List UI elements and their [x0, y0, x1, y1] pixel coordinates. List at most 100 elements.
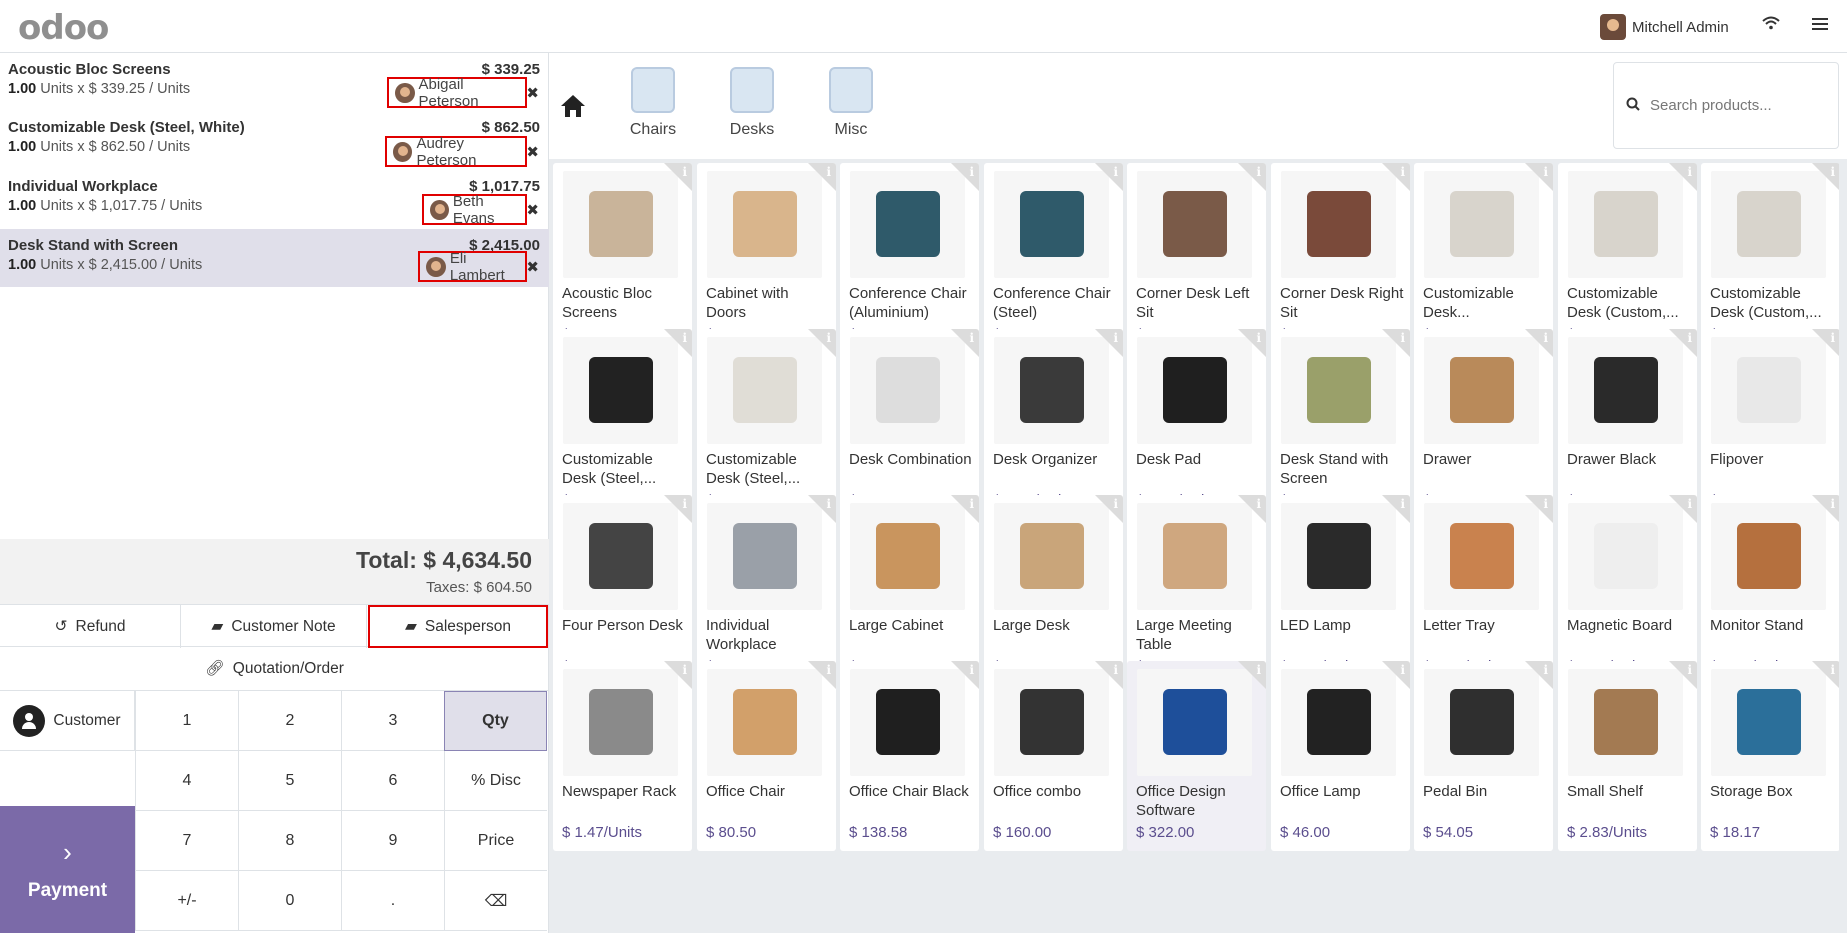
- info-corner[interactable]: [808, 661, 836, 689]
- info-icon[interactable]: i: [1543, 165, 1548, 179]
- info-corner[interactable]: [1669, 495, 1697, 523]
- info-corner[interactable]: [1669, 329, 1697, 357]
- info-icon[interactable]: i: [1256, 331, 1261, 345]
- info-icon[interactable]: i: [969, 663, 974, 677]
- numpad-key-qty[interactable]: Qty: [444, 691, 547, 751]
- remove-salesperson-icon[interactable]: ✖: [526, 84, 539, 102]
- numpad-key-9[interactable]: 9: [341, 811, 444, 871]
- info-icon[interactable]: i: [1687, 497, 1692, 511]
- product-card[interactable]: iDesk Pad$ 2.28/Units: [1127, 329, 1266, 519]
- payment-button[interactable]: › Payment: [0, 806, 135, 933]
- info-corner[interactable]: [951, 163, 979, 191]
- numpad-key-1[interactable]: 1: [135, 691, 238, 751]
- info-corner[interactable]: [951, 661, 979, 689]
- info-corner[interactable]: [1525, 163, 1553, 191]
- info-icon[interactable]: i: [682, 165, 687, 179]
- info-icon[interactable]: i: [1113, 331, 1118, 345]
- product-card[interactable]: i Pedal Bin $ 54.05: [1414, 661, 1553, 851]
- odoo-logo[interactable]: odoo: [18, 8, 109, 48]
- info-corner[interactable]: [808, 163, 836, 191]
- product-card[interactable]: i Office combo $ 160.00: [984, 661, 1123, 851]
- info-icon[interactable]: i: [1256, 663, 1261, 677]
- customer-note-button[interactable]: ▰ Customer Note: [181, 605, 367, 648]
- order-line[interactable]: Individual Workplace $ 1,017.75 1.00 Uni…: [0, 170, 549, 228]
- numpad-key-0[interactable]: 0: [238, 871, 341, 931]
- info-icon[interactable]: i: [1400, 497, 1405, 511]
- info-icon[interactable]: i: [1830, 663, 1835, 677]
- salesperson-button[interactable]: ▰ Salesperson: [368, 605, 548, 648]
- info-corner[interactable]: [1382, 163, 1410, 191]
- info-icon[interactable]: i: [969, 331, 974, 345]
- info-corner[interactable]: [1382, 661, 1410, 689]
- category-misc[interactable]: Misc: [806, 67, 896, 139]
- info-corner[interactable]: [1095, 495, 1123, 523]
- info-icon[interactable]: i: [969, 165, 974, 179]
- info-icon[interactable]: i: [1256, 165, 1261, 179]
- product-card[interactable]: i Newspaper Rack $ 1.47/Units: [553, 661, 692, 851]
- info-corner[interactable]: [1525, 495, 1553, 523]
- product-card[interactable]: iIndividual Workplace$ 1,017.75: [697, 495, 836, 685]
- remove-salesperson-icon[interactable]: ✖: [526, 143, 539, 161]
- numpad-key-decimal[interactable]: .: [341, 871, 444, 931]
- info-icon[interactable]: i: [682, 663, 687, 677]
- info-icon[interactable]: i: [682, 497, 687, 511]
- remove-salesperson-icon[interactable]: ✖: [526, 258, 539, 276]
- info-corner[interactable]: [1669, 163, 1697, 191]
- numpad-key-2[interactable]: 2: [238, 691, 341, 751]
- info-corner[interactable]: [1525, 329, 1553, 357]
- product-card[interactable]: iFour Person Desk$ 2,702.50: [553, 495, 692, 685]
- product-card[interactable]: iDesk Organizer$ 5.10/Units: [984, 329, 1123, 519]
- info-icon[interactable]: i: [1400, 663, 1405, 677]
- info-icon[interactable]: i: [969, 497, 974, 511]
- numpad-key-sign[interactable]: +/-: [135, 871, 238, 931]
- product-card[interactable]: iDrawer$ 127.08: [1414, 329, 1553, 519]
- info-icon[interactable]: i: [682, 331, 687, 345]
- info-corner[interactable]: [951, 495, 979, 523]
- product-card[interactable]: iMonitor Stand$ 3.67/Units: [1701, 495, 1839, 685]
- menu-icon[interactable]: [1812, 14, 1828, 37]
- info-corner[interactable]: [808, 329, 836, 357]
- numpad-key-8[interactable]: 8: [238, 811, 341, 871]
- line-salesperson[interactable]: Audrey Peterson ✖: [385, 135, 539, 169]
- product-card[interactable]: iCorner Desk Left Sit$ 97.75: [1127, 163, 1266, 353]
- product-card[interactable]: iCustomizable Desk (Custom,...$ 862.50: [1558, 163, 1697, 353]
- info-corner[interactable]: [664, 329, 692, 357]
- info-icon[interactable]: i: [1113, 165, 1118, 179]
- numpad-key-price[interactable]: Price: [444, 811, 547, 871]
- info-corner[interactable]: [1095, 661, 1123, 689]
- line-salesperson[interactable]: Eli Lambert ✖: [418, 250, 539, 284]
- product-card[interactable]: iMagnetic Board$ 2.28/Units: [1558, 495, 1697, 685]
- category-chairs[interactable]: Chairs: [608, 67, 698, 139]
- product-card[interactable]: iConference Chair (Aluminium)$ 45.31: [840, 163, 979, 353]
- product-card[interactable]: iDesk Combination$ 517.50: [840, 329, 979, 519]
- info-icon[interactable]: i: [1113, 663, 1118, 677]
- info-icon[interactable]: i: [1543, 663, 1548, 677]
- info-corner[interactable]: [664, 163, 692, 191]
- line-salesperson[interactable]: Beth Evans ✖: [422, 193, 539, 227]
- numpad-key-3[interactable]: 3: [341, 691, 444, 751]
- product-card[interactable]: iCustomizable Desk (Custom,...$ 862.50: [1701, 163, 1839, 353]
- info-icon[interactable]: i: [1543, 497, 1548, 511]
- product-card[interactable]: iAcoustic Bloc Screens$ 339.25: [553, 163, 692, 353]
- info-corner[interactable]: [808, 495, 836, 523]
- info-corner[interactable]: [664, 661, 692, 689]
- info-icon[interactable]: i: [826, 165, 831, 179]
- line-salesperson[interactable]: Abigail Peterson ✖: [387, 76, 539, 110]
- product-card[interactable]: i Office Chair Black $ 138.58: [840, 661, 979, 851]
- product-card[interactable]: i Office Design Software $ 322.00: [1127, 661, 1266, 851]
- product-card[interactable]: iLarge Desk$ 2,068.85: [984, 495, 1123, 685]
- product-card[interactable]: iDesk Stand with Screen$ 2,415.00: [1271, 329, 1410, 519]
- user-menu[interactable]: Mitchell Admin: [1600, 13, 1729, 41]
- info-corner[interactable]: [1382, 329, 1410, 357]
- search-input[interactable]: [1650, 97, 1820, 114]
- info-icon[interactable]: i: [1400, 331, 1405, 345]
- order-line[interactable]: Customizable Desk (Steel, White) $ 862.5…: [0, 111, 549, 169]
- numpad-key-7[interactable]: 7: [135, 811, 238, 871]
- info-icon[interactable]: i: [1687, 331, 1692, 345]
- refund-button[interactable]: ↺ Refund: [0, 605, 181, 648]
- info-corner[interactable]: [1238, 661, 1266, 689]
- info-icon[interactable]: i: [1256, 497, 1261, 511]
- category-desks[interactable]: Desks: [707, 67, 797, 139]
- quotation-order-button[interactable]: 🔗︎ Quotation/Order: [0, 647, 549, 691]
- numpad-key-backspace[interactable]: ⌫: [444, 871, 547, 931]
